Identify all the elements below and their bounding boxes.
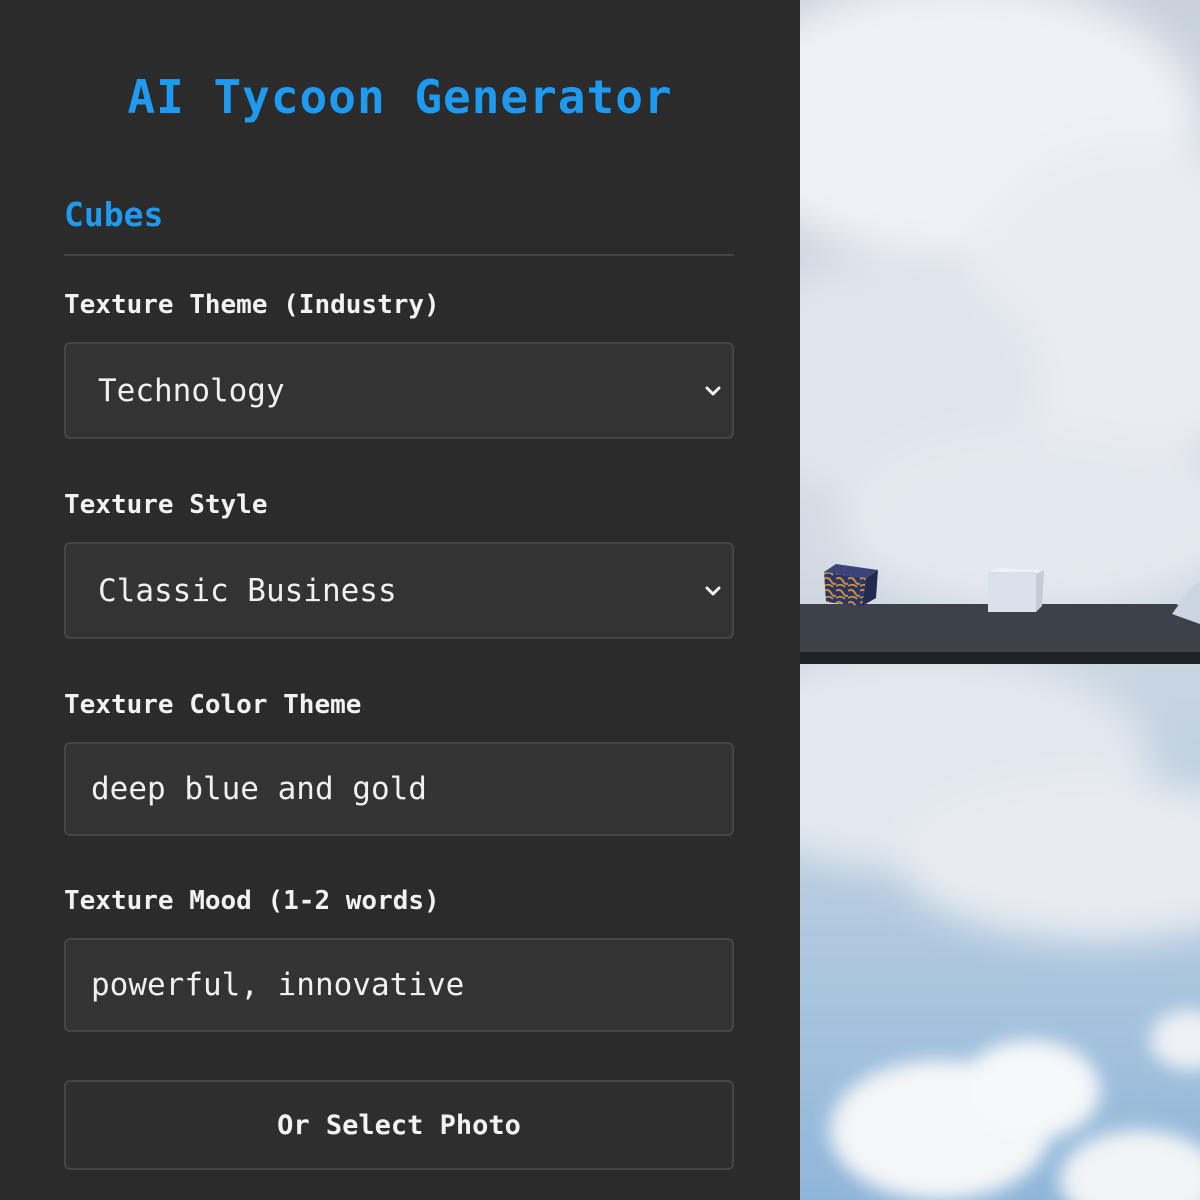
texture-color-label: Texture Color Theme xyxy=(64,690,362,720)
chevron-down-icon xyxy=(705,586,721,595)
texture-style-select[interactable]: Classic Business xyxy=(64,542,734,639)
texture-mood-input[interactable]: powerful, innovative xyxy=(64,938,734,1032)
clouds xyxy=(800,0,1200,940)
cube-plain xyxy=(988,568,1044,612)
texture-style-label: Texture Style xyxy=(64,490,268,520)
texture-mood-value: powerful, innovative xyxy=(91,967,465,1003)
settings-panel: AI Tycoon Generator Cubes Texture Theme … xyxy=(0,0,800,1200)
texture-color-value: deep blue and gold xyxy=(91,771,427,807)
app-title: AI Tycoon Generator xyxy=(127,70,673,124)
section-divider xyxy=(64,254,734,256)
texture-theme-value: Technology xyxy=(98,372,285,409)
texture-theme-label: Texture Theme (Industry) xyxy=(64,290,440,320)
3d-viewport[interactable] xyxy=(800,0,1200,1200)
select-photo-button[interactable]: Or Select Photo xyxy=(64,1080,734,1170)
section-title-cubes: Cubes xyxy=(64,195,164,234)
texture-style-value: Classic Business xyxy=(98,572,397,609)
texture-color-input[interactable]: deep blue and gold xyxy=(64,742,734,836)
conveyor-platform xyxy=(800,604,1200,664)
scene-canvas xyxy=(800,0,1200,1200)
texture-theme-select[interactable]: Technology xyxy=(64,342,734,439)
chevron-down-icon xyxy=(705,386,721,395)
cube-textured xyxy=(824,564,878,606)
texture-mood-label: Texture Mood (1-2 words) xyxy=(64,886,440,916)
